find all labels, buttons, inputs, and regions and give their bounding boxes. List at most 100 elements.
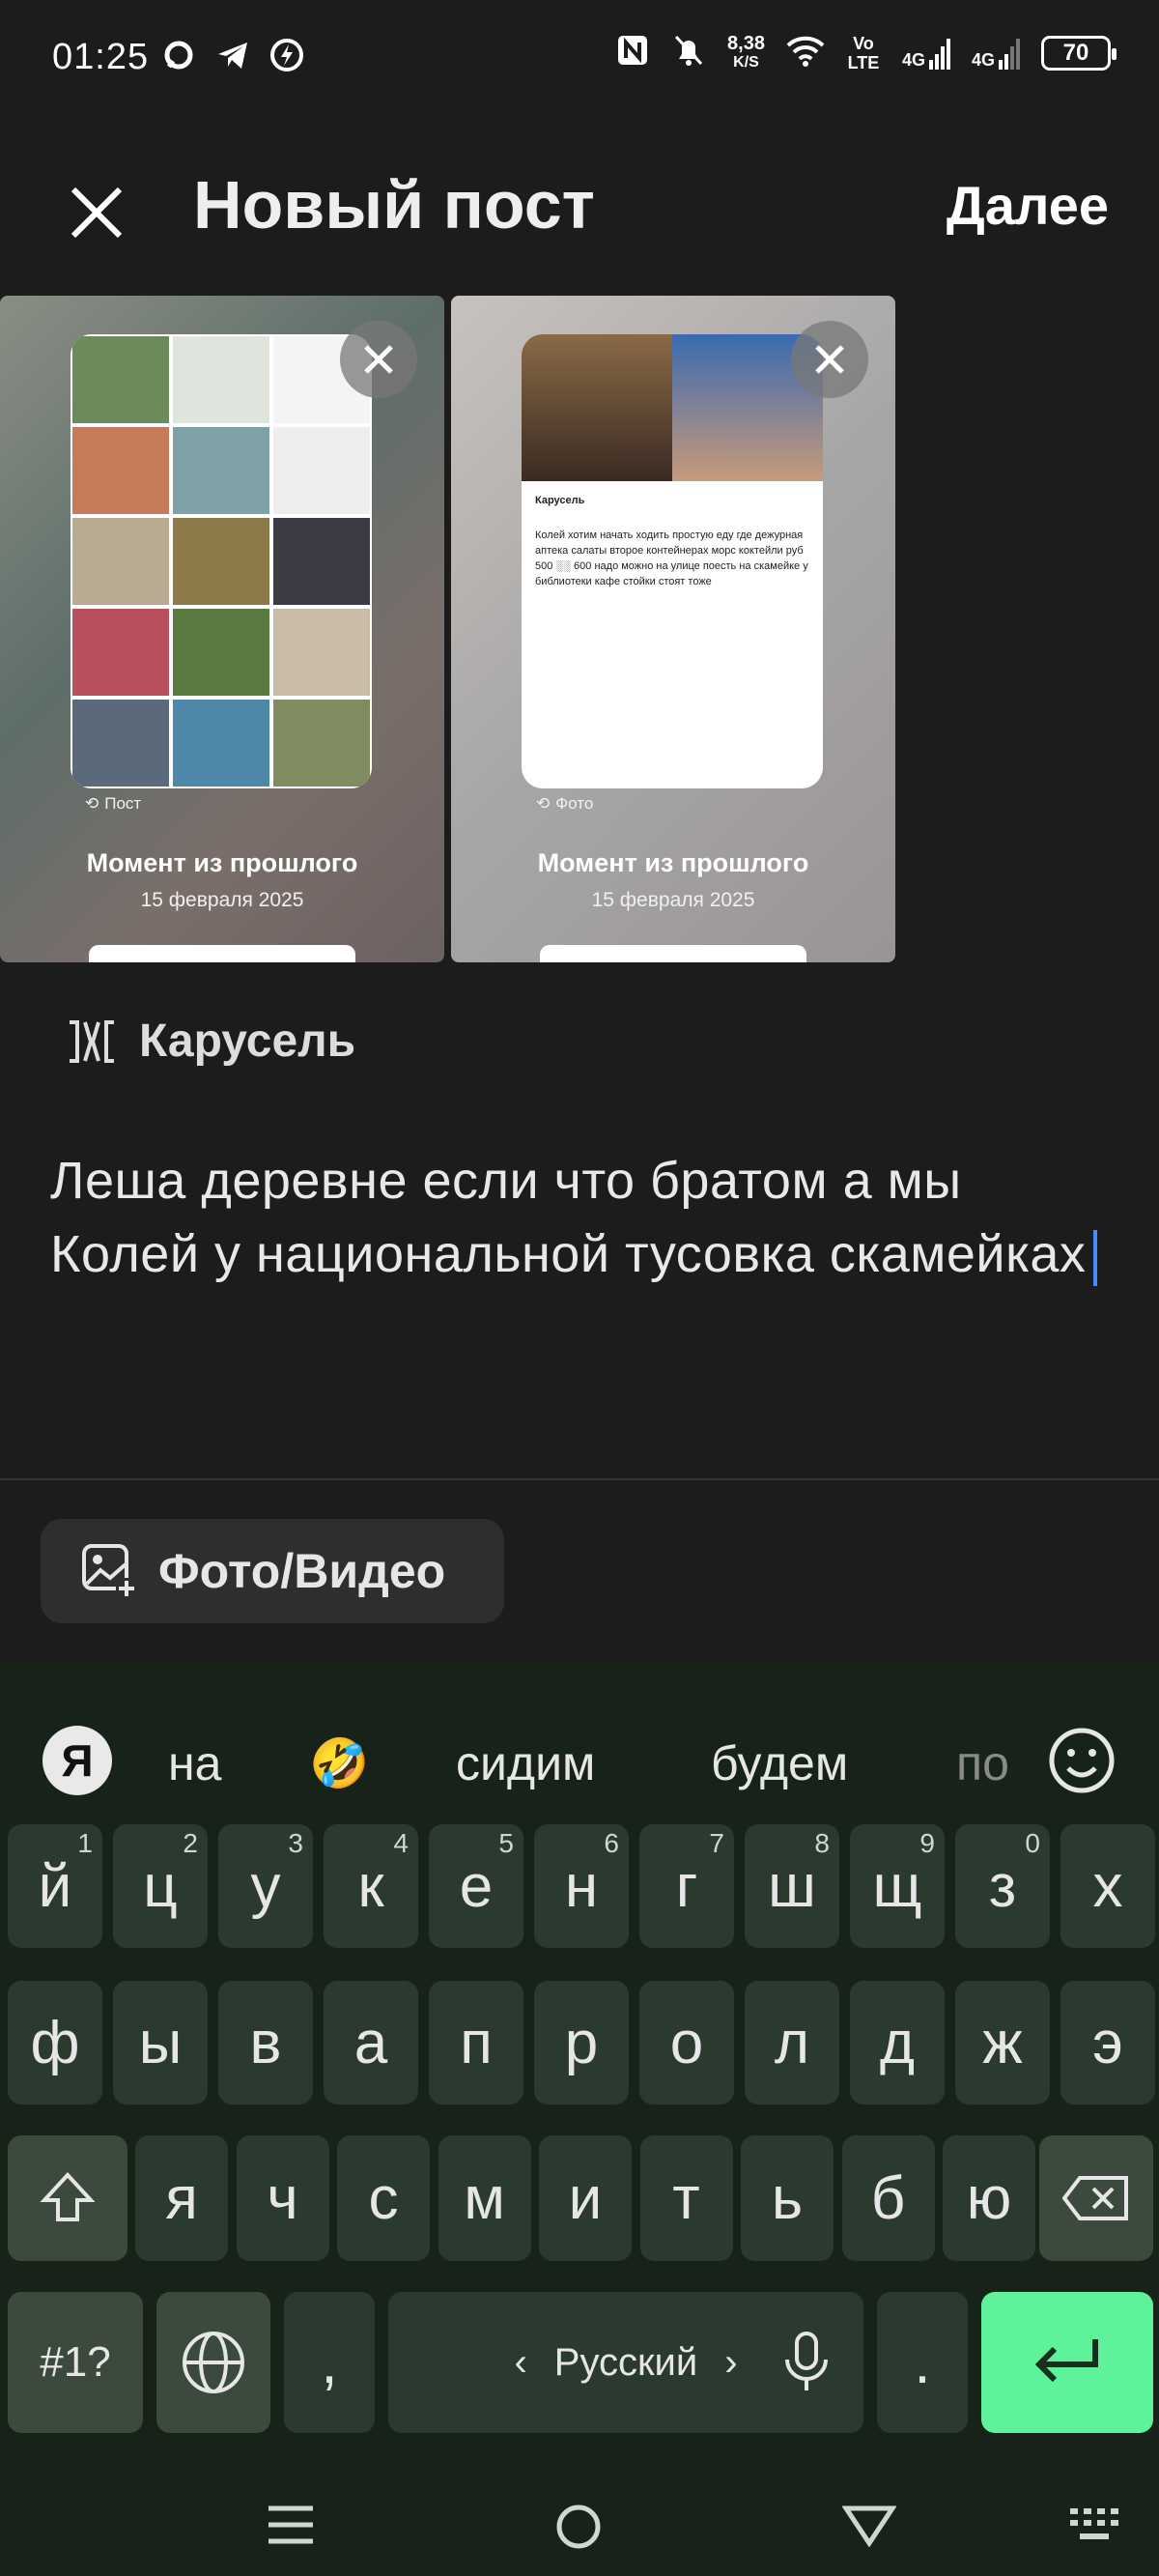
repost-icon: ⟲ [536,794,551,813]
key-м[interactable]: м [438,2135,531,2261]
key-е[interactable]: е5 [429,1824,523,1948]
key-и[interactable]: и [539,2135,632,2261]
enter-key[interactable] [981,2292,1153,2433]
suggestion[interactable]: будем [711,1735,848,1791]
key-label: п [460,2009,493,2076]
key-г[interactable]: г7 [639,1824,734,1948]
key-hint: 9 [919,1828,935,1858]
home-icon[interactable] [554,2503,603,2551]
back-icon[interactable] [842,2504,896,2547]
key-label: и [568,2164,603,2232]
key-label: н [564,1852,599,1920]
symbols-key[interactable]: #1? [8,2292,143,2433]
key-а[interactable]: а [324,1981,418,2104]
suggestion[interactable]: по [956,1735,1009,1791]
key-б[interactable]: б [841,2135,935,2261]
microphone-key[interactable] [763,2305,850,2419]
backspace-key[interactable] [1039,2135,1153,2261]
key-ф[interactable]: ф [8,1981,102,2104]
key-р[interactable]: р [534,1981,629,2104]
key-э[interactable]: э [1060,1981,1155,2104]
key-щ[interactable]: щ9 [850,1824,945,1948]
attachments-carousel[interactable]: ⟲ Пост Момент из прошлого 15 февраля 202… [0,296,1159,962]
close-button[interactable] [60,176,133,249]
key-label: о [669,2009,704,2076]
bell-off-icon [671,33,706,73]
suggestion-emoji[interactable]: 🤣 [309,1735,369,1792]
nfc-icon [615,33,650,73]
key-label: с [368,2164,399,2232]
key-ч[interactable]: ч [236,2135,329,2261]
globe-icon [183,2332,244,2393]
key-ю[interactable]: ю [943,2135,1035,2261]
key-label: я [165,2164,198,2232]
signal-bars-icon [928,39,950,70]
key-label: щ [872,1852,922,1920]
attachment-card-2[interactable]: Карусель Колей хотим начать ходить прост… [451,296,895,962]
key-label: к [357,1852,384,1920]
space-language-label: Русский [553,2340,698,2384]
recent-apps-icon[interactable] [267,2503,315,2547]
suggestion[interactable]: сидим [456,1735,595,1791]
comma-key[interactable]: , [284,2292,375,2433]
key-label: ь [771,2164,804,2232]
key-н[interactable]: н6 [534,1824,629,1948]
inner-carousel-heading: Карусель [535,495,585,506]
period-key[interactable]: . [877,2292,968,2433]
key-т[interactable]: т [639,2135,733,2261]
emoji-icon[interactable] [1047,1726,1117,1795]
key-к[interactable]: к4 [324,1824,418,1948]
key-п[interactable]: п [429,1981,523,2104]
post-preview-image [71,334,372,788]
close-icon [364,345,393,374]
key-о[interactable]: о [639,1981,734,2104]
key-д[interactable]: д [850,1981,945,2104]
next-button[interactable]: Далее [947,174,1109,237]
key-ж[interactable]: ж [955,1981,1050,2104]
key-ы[interactable]: ы [113,1981,208,2104]
key-label: е [459,1852,494,1920]
key-label: д [879,2009,916,2076]
post-text-field[interactable]: Леша деревне если что братом а мы Колей … [50,1144,1122,1291]
key-hint: 3 [288,1828,303,1858]
card-kind-label: Пост [104,794,142,813]
inner-post-text: Колей хотим начать ходить простую еду гд… [535,530,808,587]
key-х[interactable]: х [1060,1824,1155,1948]
key-label: л [774,2009,810,2076]
key-hint: 5 [498,1828,514,1858]
header: Новый пост Далее [0,155,1159,261]
language-key[interactable] [156,2292,270,2433]
key-с[interactable]: с [337,2135,430,2261]
shift-key[interactable] [8,2135,127,2261]
card-date: 15 февраля 2025 [140,889,304,911]
attachment-card-1[interactable]: ⟲ Пост Момент из прошлого 15 февраля 202… [0,296,444,962]
keyboard-hide-icon[interactable] [1068,2506,1124,2545]
key-я[interactable]: я [135,2135,228,2261]
key-label: р [564,2009,599,2076]
chevron-left-icon: ‹ [514,2340,527,2384]
key-й[interactable]: й1 [8,1824,102,1948]
key-label: г [675,1852,698,1920]
key-л[interactable]: л [745,1981,839,2104]
key-у[interactable]: у3 [218,1824,313,1948]
navigation-bar [0,2470,1159,2576]
add-media-button[interactable]: Фото/Видео [41,1519,504,1623]
key-ь[interactable]: ь [741,2135,834,2261]
remove-attachment-button[interactable] [791,321,868,398]
remove-attachment-button[interactable] [340,321,417,398]
status-time: 01:25 [52,37,150,77]
speed-circle-icon [269,37,305,73]
key-label: а [353,2009,388,2076]
suggestion[interactable]: на [168,1735,221,1791]
key-hint: 7 [709,1828,724,1858]
key-ц[interactable]: ц2 [113,1824,208,1948]
carousel-toggle[interactable]: Карусель [66,1015,355,1068]
key-label: ф [30,2009,80,2076]
carousel-label: Карусель [139,1016,356,1067]
key-hint: 1 [77,1828,93,1858]
keyboard[interactable]: Я на 🤣 сидим будем по й1ц2у3к4е5н6г7ш8щ9… [0,1660,1159,2576]
key-в[interactable]: в [218,1981,313,2104]
yandex-button[interactable]: Я [42,1726,112,1795]
key-ш[interactable]: ш8 [745,1824,839,1948]
key-з[interactable]: з0 [955,1824,1050,1948]
